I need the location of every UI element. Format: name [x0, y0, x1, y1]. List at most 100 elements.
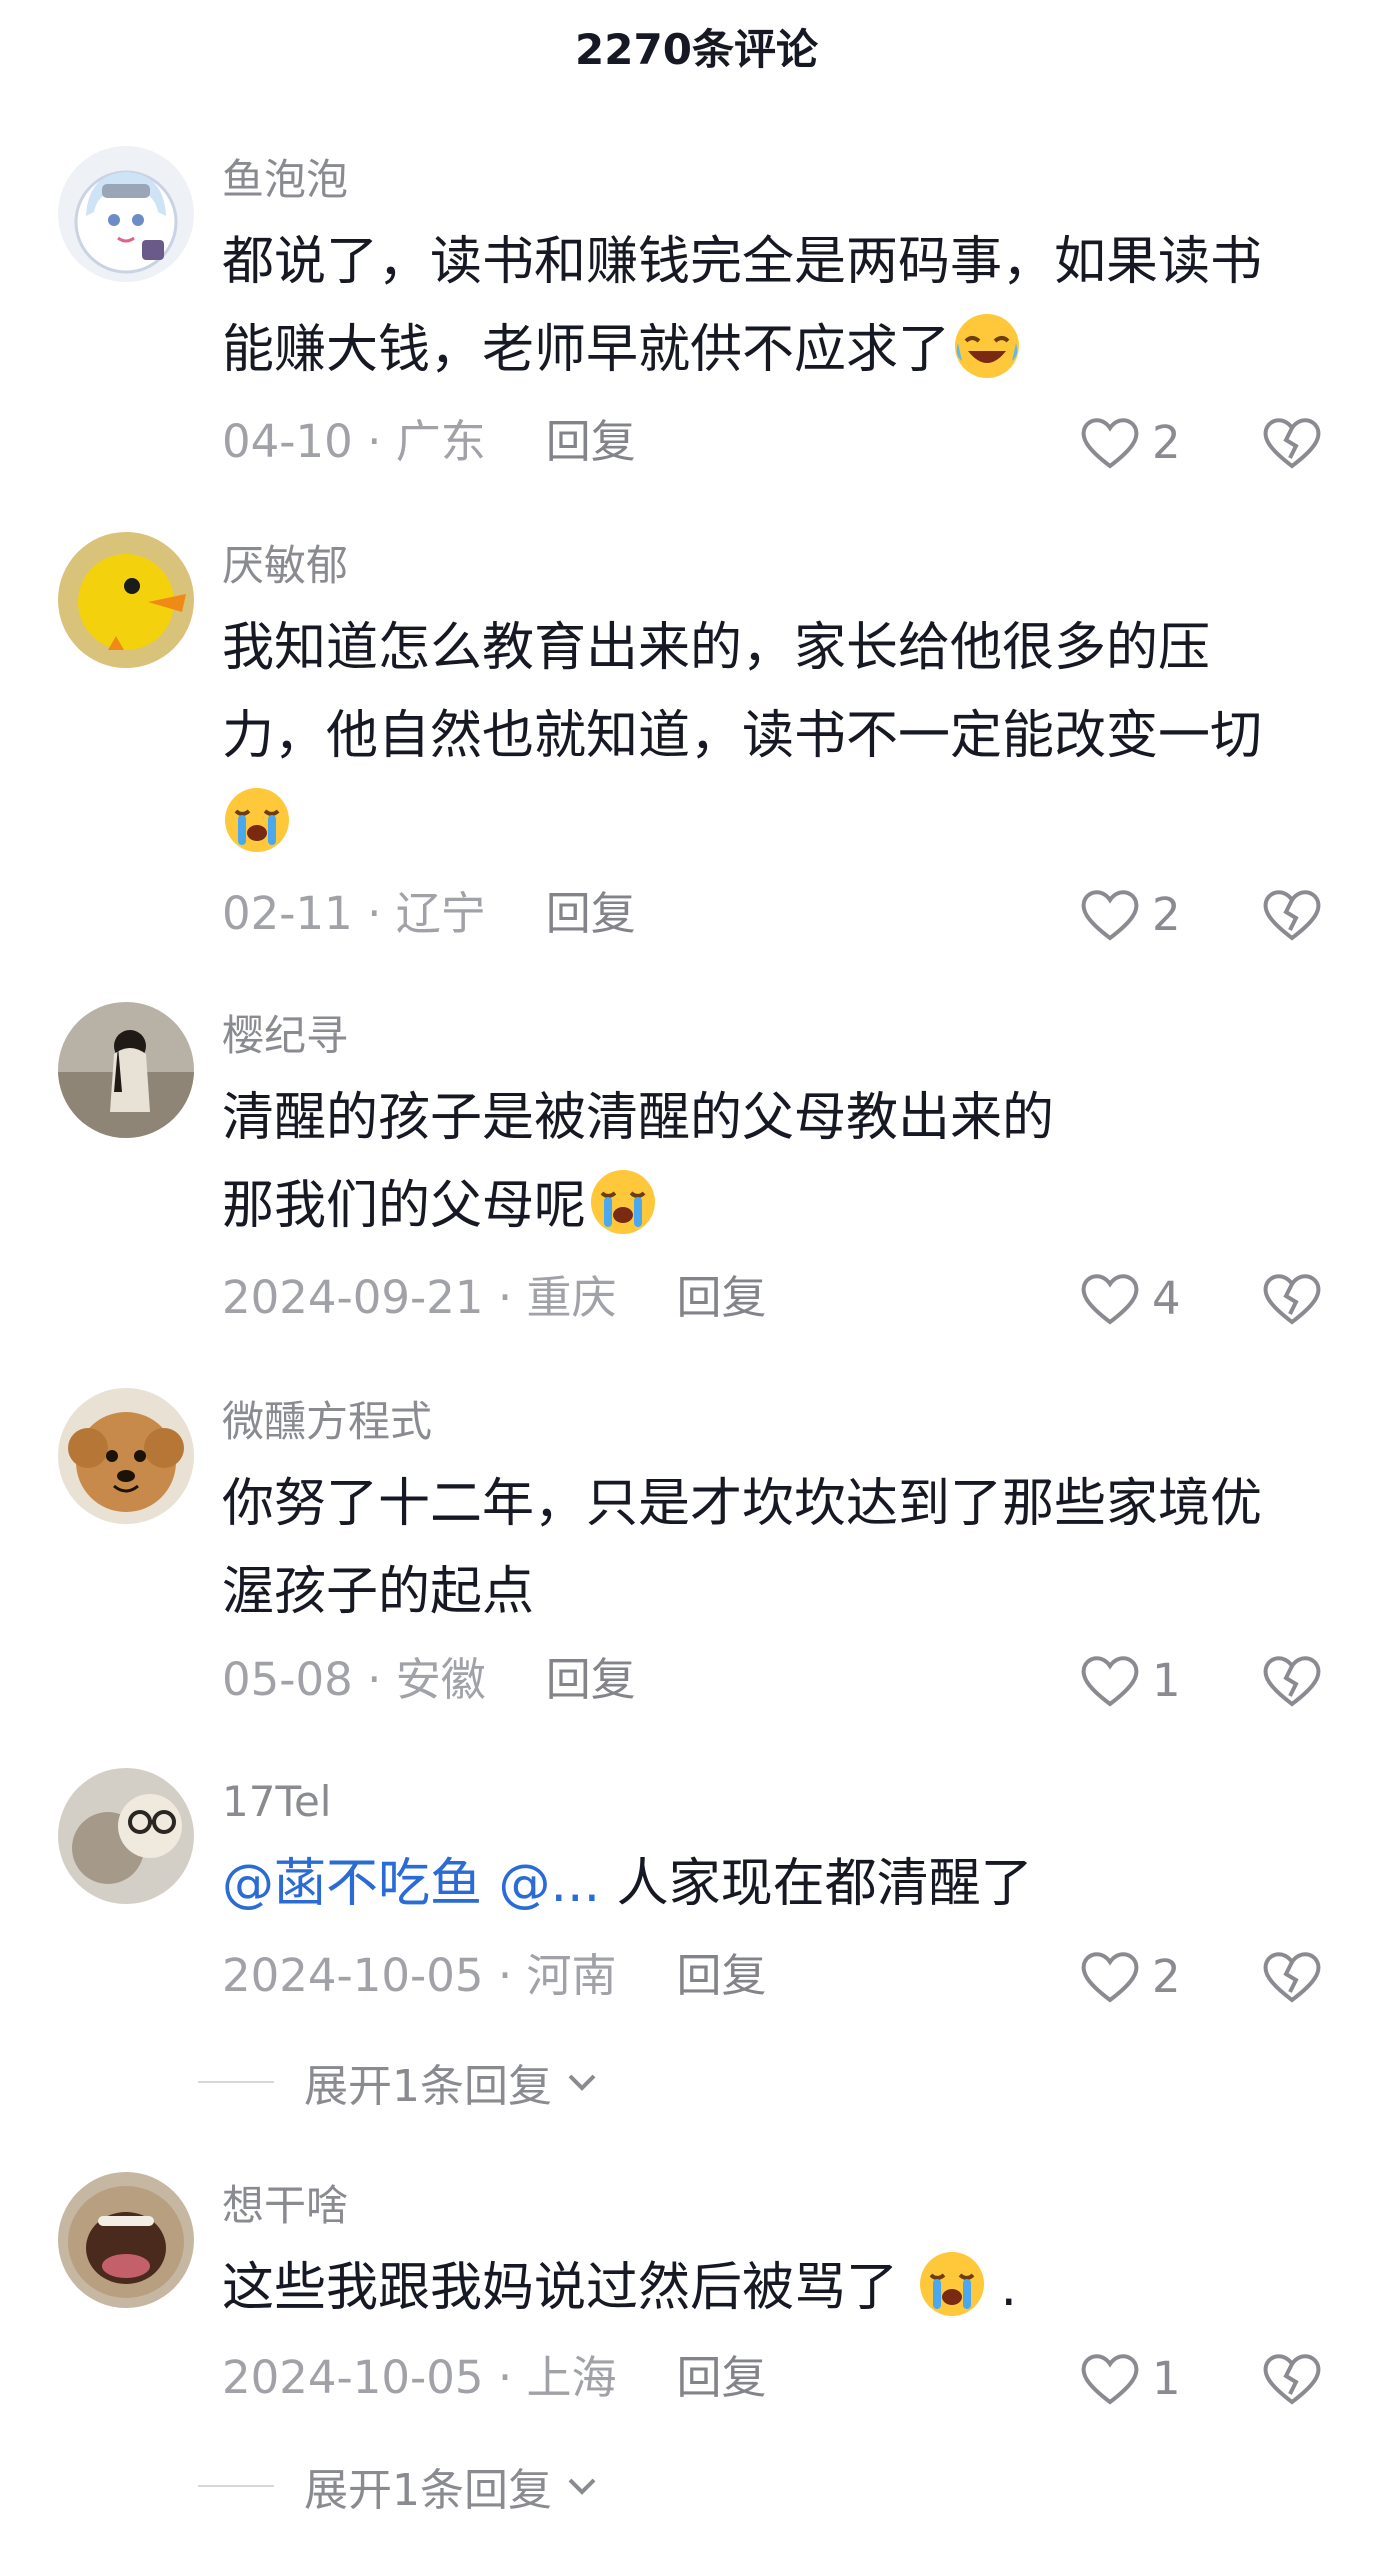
- comment-meta: 04-10 · 广东 回复: [222, 415, 636, 468]
- comment-date: 05-08: [222, 1653, 353, 1706]
- broken-heart-icon: [1263, 1274, 1321, 1325]
- avatar[interactable]: [58, 1768, 194, 1904]
- comment-line: 力，他自然也就知道，读书不一定能改变一切: [222, 706, 1263, 766]
- reply-button[interactable]: 回复: [676, 1271, 766, 1324]
- dislike-button[interactable]: [1262, 1268, 1322, 1328]
- dislike-button[interactable]: [1262, 884, 1322, 944]
- comment-line-text: 这些我跟我妈说过然后被骂了: [222, 2258, 915, 2318]
- expand-replies-button[interactable]: 展开1条回复: [198, 2456, 602, 2516]
- laugh-cry-emoji-icon: [952, 311, 1022, 381]
- crying-emoji-icon: [222, 785, 292, 855]
- comment-text: @菡不吃鱼 @... 人家现在都清醒了: [222, 1840, 1342, 1928]
- comment-date: 2024-10-05: [222, 1949, 484, 2002]
- reply-button[interactable]: 回复: [546, 887, 636, 940]
- reply-button[interactable]: 回复: [676, 1949, 766, 2002]
- username[interactable]: 厌敏郁: [222, 538, 348, 594]
- comment-meta: 05-08 · 安徽 回复: [222, 1653, 636, 1706]
- comment-location: 河南: [526, 1949, 617, 2002]
- username[interactable]: 樱纪寻: [222, 1008, 348, 1064]
- expand-replies-button[interactable]: 展开1条回复: [198, 2052, 602, 2112]
- broken-heart-icon: [1263, 890, 1321, 941]
- broken-heart-icon: [1263, 2354, 1321, 2405]
- comment-meta: 2024-10-05 · 河南 回复: [222, 1949, 767, 2002]
- comment-date: 02-11: [222, 887, 353, 940]
- comment-text: 你努了十二年，只是才坎坎达到了那些家境优 渥孩子的起点: [222, 1460, 1342, 1636]
- like-count: 1: [1152, 1653, 1181, 1707]
- comment-line-text: 那我们的父母呢: [222, 1176, 587, 1236]
- chevron-down-icon: [568, 2478, 596, 2495]
- comment-line-text: 人家现在都清醒了: [600, 1854, 1033, 1914]
- heart-icon: [1081, 1952, 1139, 2003]
- like-button[interactable]: 2: [1080, 884, 1181, 944]
- username[interactable]: 微醺方程式: [222, 1394, 432, 1450]
- broken-heart-icon: [1263, 418, 1321, 469]
- comment-line: 那我们的父母呢: [222, 1162, 1342, 1250]
- comment-line: 这些我跟我妈说过然后被骂了 .: [222, 2244, 1342, 2332]
- comment-text: 清醒的孩子是被清醒的父母教出来的 那我们的父母呢: [222, 1074, 1342, 1250]
- like-button[interactable]: 2: [1080, 412, 1181, 472]
- like-count: 1: [1152, 2351, 1181, 2405]
- crying-emoji-icon: [917, 2249, 987, 2319]
- username[interactable]: 17Tel: [222, 1774, 331, 1830]
- reply-button[interactable]: 回复: [676, 2351, 766, 2404]
- cat-glasses-avatar-icon: [58, 1768, 194, 1904]
- comment-count-title: 2270条评论: [575, 25, 818, 74]
- dislike-button[interactable]: [1262, 412, 1322, 472]
- heart-icon: [1081, 1274, 1139, 1325]
- comment-line: 渥孩子的起点: [222, 1562, 535, 1622]
- comments-page: 2270条评论 鱼泡泡 都说了，读书和赚钱完全是两码事，如果读书 能赚大钱，老师…: [0, 0, 1393, 2560]
- comment-text: 我知道怎么教育出来的，家长给他很多的压 力，他自然也就知道，读书不一定能改变一切: [222, 604, 1342, 868]
- like-button[interactable]: 1: [1080, 1650, 1181, 1710]
- like-count: 2: [1152, 887, 1181, 941]
- comment-line: 都说了，读书和赚钱完全是两码事，如果读书: [222, 232, 1263, 292]
- girl-photo-avatar-icon: [58, 1002, 194, 1138]
- comment-line: [222, 780, 1342, 868]
- comment-line: 你努了十二年，只是才坎坎达到了那些家境优: [222, 1474, 1263, 1534]
- dislike-button[interactable]: [1262, 2348, 1322, 2408]
- divider-line: [198, 2485, 274, 2487]
- username[interactable]: 鱼泡泡: [222, 152, 348, 208]
- avatar[interactable]: [58, 1388, 194, 1524]
- avatar[interactable]: [58, 1002, 194, 1138]
- comment-text: 都说了，读书和赚钱完全是两码事，如果读书 能赚大钱，老师早就供不应求了: [222, 218, 1342, 394]
- comment-location: 上海: [526, 2351, 617, 2404]
- dislike-button[interactable]: [1262, 1946, 1322, 2006]
- comment-date: 04-10: [222, 415, 353, 468]
- comment-line: 我知道怎么教育出来的，家长给他很多的压: [222, 618, 1211, 678]
- like-button[interactable]: 2: [1080, 1946, 1181, 2006]
- avatar[interactable]: [58, 2172, 194, 2308]
- comment-location: 重庆: [526, 1271, 617, 1324]
- heart-icon: [1081, 890, 1139, 941]
- reply-button[interactable]: 回复: [546, 1653, 636, 1706]
- username[interactable]: 想干啥: [222, 2178, 348, 2234]
- comment-meta: 2024-10-05 · 上海 回复: [222, 2351, 767, 2404]
- comment-meta: 02-11 · 辽宁 回复: [222, 887, 636, 940]
- mention-link[interactable]: @菡不吃鱼 @...: [222, 1854, 600, 1914]
- dislike-button[interactable]: [1262, 1650, 1322, 1710]
- like-button[interactable]: 1: [1080, 2348, 1181, 2408]
- comment-text: 这些我跟我妈说过然后被骂了 .: [222, 2244, 1342, 2332]
- broken-heart-icon: [1263, 1656, 1321, 1707]
- avatar[interactable]: [58, 532, 194, 668]
- reply-button[interactable]: 回复: [546, 415, 636, 468]
- like-button[interactable]: 4: [1080, 1268, 1181, 1328]
- yellow-duck-avatar-icon: [58, 532, 194, 668]
- heart-icon: [1081, 2354, 1139, 2405]
- expand-replies-label: 展开1条回复: [304, 2061, 552, 2112]
- heart-icon: [1081, 418, 1139, 469]
- comment-line-text: 能赚大钱，老师早就供不应求了: [222, 320, 951, 380]
- comment-line: @菡不吃鱼 @... 人家现在都清醒了: [222, 1840, 1342, 1928]
- expand-replies-label: 展开1条回复: [304, 2465, 552, 2516]
- comment-location: 广东: [395, 415, 486, 468]
- avatar[interactable]: [58, 146, 194, 282]
- like-count: 2: [1152, 1949, 1181, 2003]
- comment-trailing: .: [1000, 2258, 1018, 2318]
- heart-icon: [1081, 1656, 1139, 1707]
- crying-emoji-icon: [588, 1167, 658, 1237]
- comment-location: 辽宁: [395, 887, 486, 940]
- comment-date: 2024-09-21: [222, 1271, 484, 1324]
- broken-heart-icon: [1263, 1952, 1321, 2003]
- comment-date: 2024-10-05: [222, 2351, 484, 2404]
- screaming-face-avatar-icon: [58, 2172, 194, 2308]
- anime-girl-avatar-icon: [58, 146, 194, 282]
